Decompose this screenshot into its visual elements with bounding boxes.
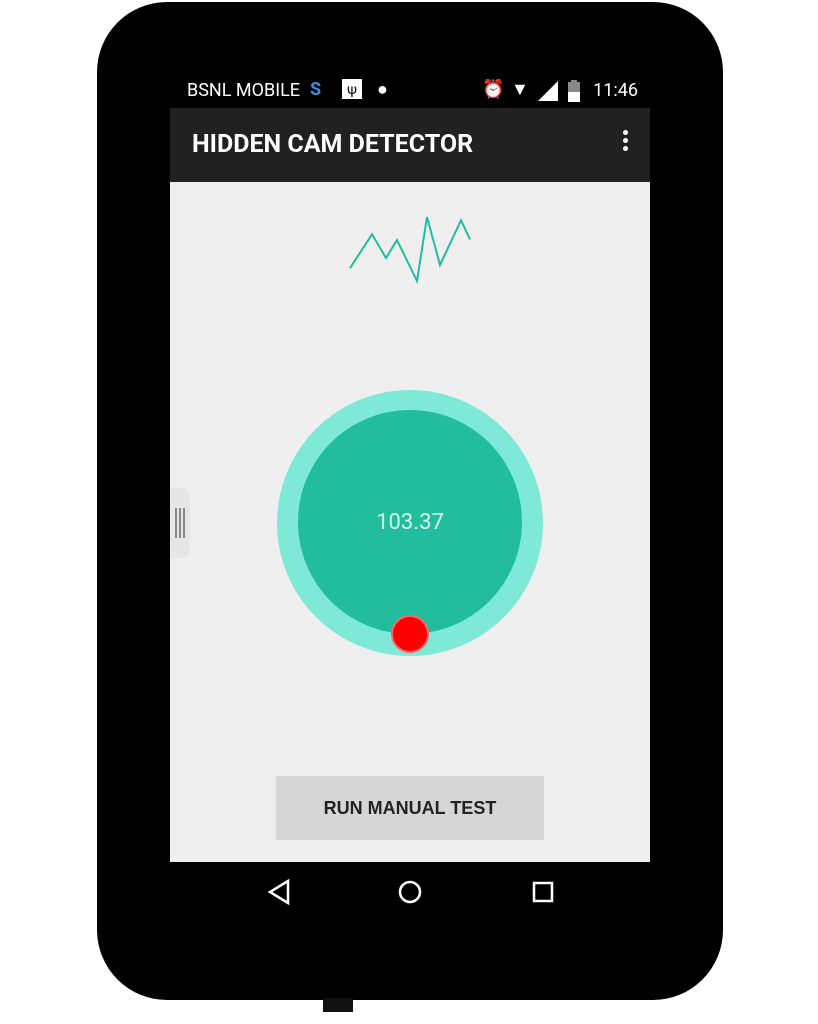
- run-manual-test-button[interactable]: RUN MANUAL TEST: [276, 776, 544, 840]
- usb-icon: ψ: [342, 79, 362, 99]
- home-icon[interactable]: [390, 868, 430, 918]
- app-bar: HIDDEN CAM DETECTOR: [170, 108, 650, 182]
- more-vert-icon[interactable]: [620, 130, 630, 160]
- screen: BSNL MOBILE S ψ ● ⏰ ▼ 11:46 HIDDEN CAM D…: [170, 70, 650, 862]
- status-bar: BSNL MOBILE S ψ ● ⏰ ▼ 11:46: [170, 70, 650, 110]
- signal-icon: [538, 81, 558, 101]
- meter-reading: 103.37: [376, 510, 444, 535]
- meter-indicator-dot: [391, 615, 429, 653]
- recents-icon[interactable]: [523, 868, 563, 918]
- back-icon[interactable]: [262, 868, 302, 918]
- battery-charging-icon: [568, 80, 580, 102]
- alarm-icon: ⏰: [482, 79, 505, 100]
- s-app-icon: S: [310, 79, 322, 100]
- drawer-handle[interactable]: [170, 488, 190, 558]
- sparkline-line: [349, 216, 471, 285]
- phone-connector: [323, 998, 353, 1012]
- carrier-label: BSNL MOBILE: [187, 80, 301, 101]
- wifi-icon: ▼: [511, 79, 529, 100]
- sparkline: [349, 216, 471, 285]
- android-icon: ●: [377, 79, 388, 100]
- clock: 11:46: [593, 80, 638, 101]
- app-title: HIDDEN CAM DETECTOR: [192, 130, 474, 159]
